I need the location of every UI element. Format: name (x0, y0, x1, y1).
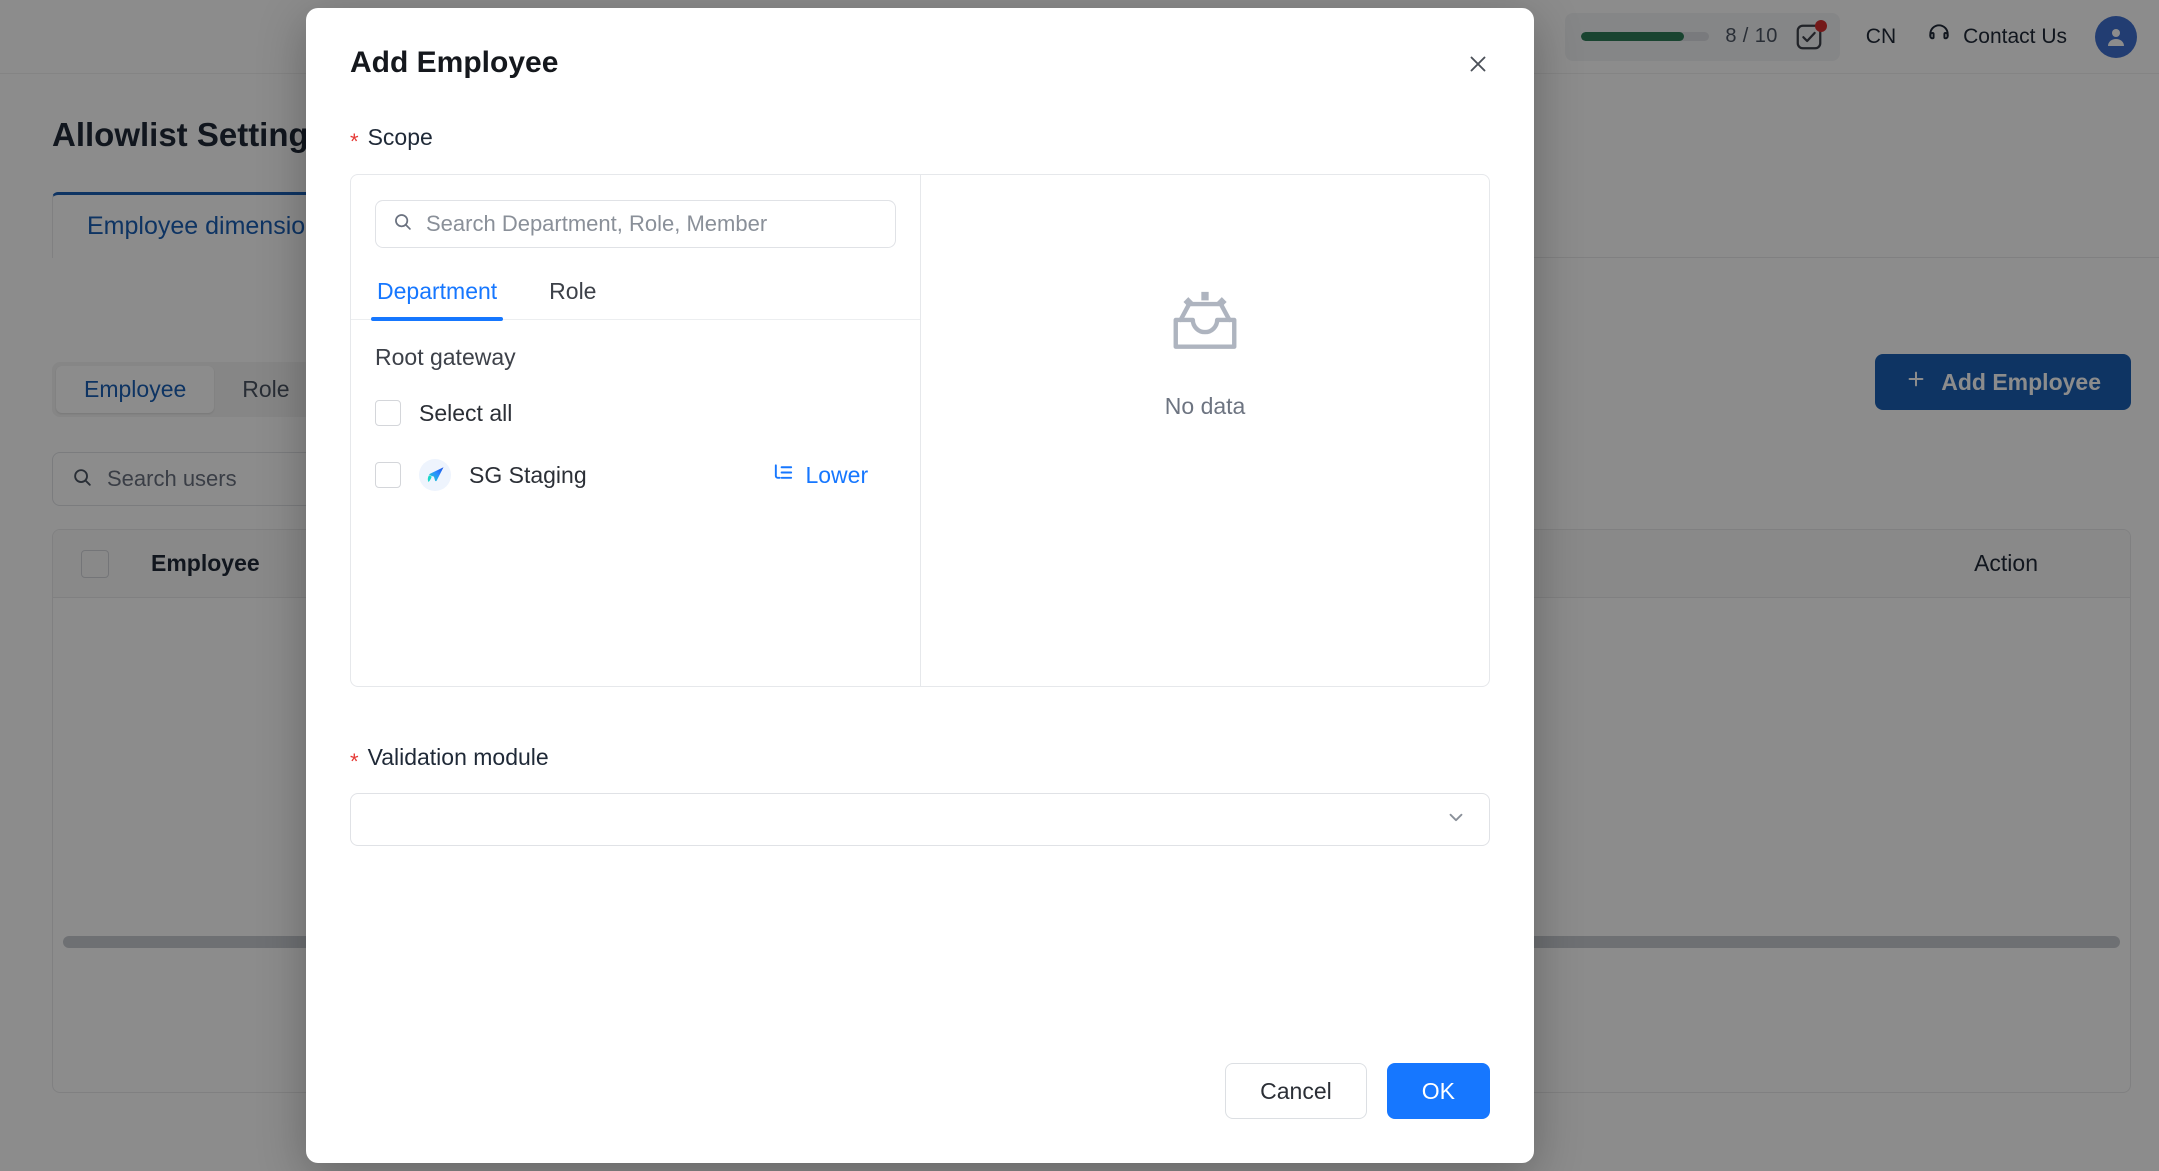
lower-label: Lower (805, 461, 869, 488)
scope-selected-panel: No data (921, 175, 1489, 686)
empty-state-label: No data (1164, 393, 1246, 419)
validation-module-select[interactable] (350, 793, 1490, 846)
scope-field-label: * Scope (350, 124, 1490, 154)
hierarchy-list-icon (772, 461, 795, 490)
scope-label-text: Scope (367, 124, 433, 150)
empty-inbox-icon (1166, 290, 1244, 367)
sg-staging-logo-icon (419, 459, 451, 491)
tab-department[interactable]: Department (370, 270, 504, 321)
tree-root-label: Root gateway (375, 344, 516, 370)
tree-node-label: SG Staging (469, 461, 587, 488)
scope-tabs: Department Role (351, 270, 921, 321)
tree-node-checkbox[interactable] (375, 462, 401, 488)
validation-module-field-label: * Validation module (350, 744, 1490, 774)
close-icon[interactable] (1460, 46, 1496, 82)
tree-node-row[interactable]: SG Staging Lower (375, 452, 896, 498)
dialog-header: Add Employee (306, 8, 1534, 80)
scope-search-placeholder: Search Department, Role, Member (426, 211, 768, 236)
search-icon (392, 211, 413, 237)
tab-role[interactable]: Role (547, 270, 598, 319)
department-tree: Root gateway Select all SG Staging Lower (351, 320, 920, 498)
chevron-down-icon (1445, 806, 1467, 833)
view-lower-levels-button[interactable]: Lower (772, 461, 896, 490)
cancel-button[interactable]: Cancel (1225, 1063, 1367, 1119)
select-all-label: Select all (419, 399, 513, 426)
dialog-title: Add Employee (350, 46, 559, 79)
select-all-checkbox[interactable] (375, 400, 401, 426)
empty-state: No data (1164, 290, 1246, 420)
dialog-body: * Scope Search Department, Role, Member … (306, 80, 1534, 1063)
required-asterisk-validation: * (350, 749, 359, 774)
validation-module-label-text: Validation module (367, 744, 549, 770)
add-employee-dialog: Add Employee * Scope Search Department, (306, 8, 1534, 1163)
dialog-footer: Cancel OK (306, 1063, 1534, 1163)
scope-selector: Search Department, Role, Member Departme… (350, 174, 1490, 687)
ok-button[interactable]: OK (1386, 1063, 1490, 1119)
required-asterisk-scope: * (350, 129, 359, 154)
select-all-row[interactable]: Select all (375, 390, 896, 436)
scope-source-panel: Search Department, Role, Member Departme… (351, 175, 922, 686)
scope-search-input[interactable]: Search Department, Role, Member (375, 200, 897, 248)
